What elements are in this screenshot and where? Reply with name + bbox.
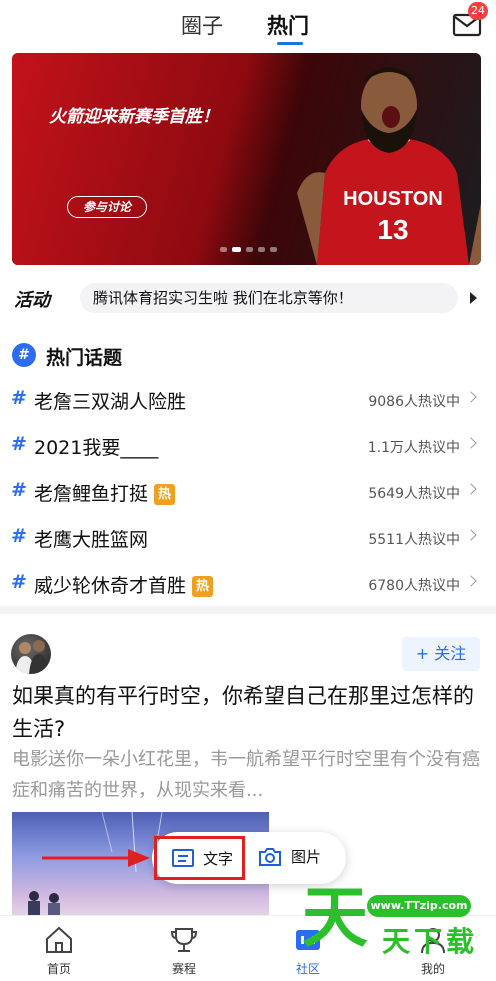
post-type-popup: 文字 图片 bbox=[152, 832, 346, 884]
jersey-number: 13 bbox=[377, 214, 408, 245]
topic-count: 9086人热议中 bbox=[368, 394, 460, 410]
nav-home[interactable]: 首页 bbox=[29, 926, 89, 977]
topic-row[interactable]: # 2021我要____ 1.1万人热议中 bbox=[0, 424, 496, 468]
watermark-url: www.TTzip.com bbox=[367, 895, 471, 917]
join-discussion-button[interactable]: 参与讨论 bbox=[67, 196, 147, 218]
player-image: HOUSTON 13 bbox=[297, 67, 481, 265]
nav-schedule[interactable]: 赛程 bbox=[154, 926, 214, 977]
active-tab-indicator bbox=[277, 42, 303, 45]
tab-circle[interactable]: 圈子 bbox=[181, 10, 223, 40]
avatar-image bbox=[15, 640, 49, 674]
activity-label: 活动 bbox=[14, 290, 50, 311]
chevron-right-icon bbox=[465, 437, 477, 449]
topic-row[interactable]: # 老詹三双湖人险胜 9086人热议中 bbox=[0, 378, 496, 422]
mail-badge: 24 bbox=[468, 2, 488, 20]
hot-topics-title: 热门话题 bbox=[46, 347, 123, 369]
trophy-icon bbox=[170, 928, 198, 952]
banner-title: 火箭迎来新赛季首胜！ bbox=[49, 107, 219, 127]
hashtag-icon: # bbox=[11, 525, 27, 547]
topic-row[interactable]: # 老鹰大胜篮网 5511人热议中 bbox=[0, 516, 496, 560]
topic-row[interactable]: # 老詹鲤鱼打挺热 5649人热议中 bbox=[0, 470, 496, 514]
top-nav: 圈子 热门 24 bbox=[0, 0, 496, 46]
watermark-big-char: 天 bbox=[302, 879, 368, 956]
hero-banner[interactable]: 火箭迎来新赛季首胜！ 参与讨论 HOUSTON 13 bbox=[12, 53, 481, 265]
follow-button[interactable]: + 关注 bbox=[402, 637, 480, 671]
topic-count: 6780人热议中 bbox=[368, 578, 460, 594]
hot-badge: 热 bbox=[192, 576, 214, 597]
hashtag-icon: # bbox=[11, 479, 27, 501]
tab-hot[interactable]: 热门 bbox=[267, 10, 309, 40]
topic-count: 5649人热议中 bbox=[368, 486, 460, 502]
chevron-right-icon bbox=[465, 575, 477, 587]
jersey-text: HOUSTON bbox=[343, 188, 443, 210]
watermark-text: 天下载 bbox=[382, 925, 479, 958]
text-option-label: 文字 bbox=[203, 849, 234, 868]
topic-name: 老詹三双湖人险胜 bbox=[34, 391, 187, 413]
section-divider bbox=[0, 606, 496, 614]
topic-name: 2021我要____ bbox=[34, 437, 159, 459]
hashtag-icon: # bbox=[11, 571, 27, 593]
activity-announcement[interactable]: 腾讯体育招实习生啦 我们在北京等你！ bbox=[80, 283, 458, 313]
hashtag-icon: # bbox=[11, 433, 27, 455]
topic-count: 1.1万人热议中 bbox=[367, 440, 460, 456]
chevron-right-icon bbox=[465, 529, 477, 541]
avatar[interactable] bbox=[11, 634, 51, 674]
topic-name: 威少轮休奇才首胜热 bbox=[34, 571, 214, 598]
activity-row[interactable]: 活动 腾讯体育招实习生啦 我们在北京等你！ bbox=[0, 280, 496, 316]
chevron-right-icon bbox=[465, 391, 477, 403]
watermark-logo: 天 www.TTzip.com 天下载 bbox=[300, 878, 496, 981]
topic-count: 5511人热议中 bbox=[368, 532, 460, 548]
topic-row[interactable]: # 威少轮休奇才首胜热 6780人热议中 bbox=[0, 562, 496, 606]
hashtag-icon: # bbox=[12, 343, 36, 367]
hashtag-icon: # bbox=[11, 387, 27, 409]
hot-badge: 热 bbox=[154, 484, 176, 505]
camera-icon bbox=[259, 847, 281, 866]
text-icon bbox=[172, 849, 194, 867]
banner-pagination bbox=[220, 247, 277, 252]
image-option-label: 图片 bbox=[291, 848, 322, 866]
chevron-right-icon bbox=[465, 483, 477, 495]
text-post-option[interactable]: 文字 bbox=[154, 836, 245, 880]
red-arrow-icon bbox=[42, 849, 150, 867]
topic-name: 老詹鲤鱼打挺热 bbox=[34, 479, 176, 506]
play-arrow-icon[interactable] bbox=[470, 292, 477, 304]
post-title[interactable]: 如果真的有平行时空，你希望自己在那里过怎样的生活? bbox=[12, 680, 484, 746]
image-post-option[interactable]: 图片 bbox=[258, 846, 321, 867]
topic-name: 老鹰大胜篮网 bbox=[34, 529, 149, 551]
post-excerpt[interactable]: 电影送你一朵小红花里，韦一航希望平行时空里有个没有癌症和痛苦的世界，从现实来看.… bbox=[12, 744, 484, 806]
home-icon bbox=[46, 926, 72, 953]
